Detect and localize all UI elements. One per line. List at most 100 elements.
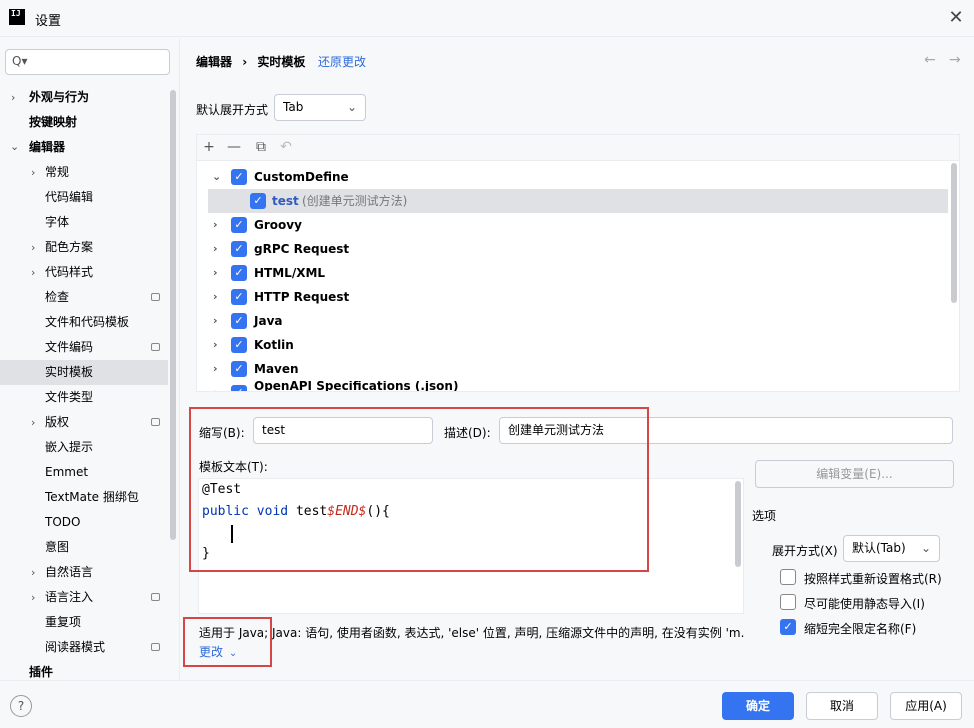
checkbox-checked[interactable]: ✓ [231, 361, 247, 377]
sidebar-item-copyright[interactable]: 版权 [45, 410, 69, 435]
sidebar-item-todo[interactable]: TODO [45, 510, 80, 535]
sidebar-item-file-types[interactable]: 文件类型 [45, 385, 93, 410]
breadcrumb-editor: 编辑器 [196, 55, 233, 69]
sidebar-item-emmet[interactable]: Emmet [45, 460, 88, 485]
sidebar-item-live-templates[interactable]: 实时模板 [45, 360, 93, 385]
checkbox-checked[interactable]: ✓ [231, 241, 247, 257]
chevron-down-icon: ⌄ [920, 541, 931, 555]
template-group-http[interactable]: › ✓ HTTP Request [208, 285, 948, 309]
checkbox-unchecked[interactable] [780, 594, 796, 610]
close-icon[interactable]: ✕ [944, 6, 968, 30]
reformat-label: 按照样式重新设置格式(R) [804, 572, 942, 586]
sidebar-item-font[interactable]: 字体 [45, 210, 69, 235]
checkbox-checked[interactable]: ✓ [231, 289, 247, 305]
expand-with-combo[interactable]: 默认(Tab) ⌄ [843, 535, 940, 562]
project-scope-icon [151, 418, 160, 426]
sidebar-item-inspections[interactable]: 检查 [45, 285, 69, 310]
template-abbr: test [272, 194, 299, 208]
chevron-right-icon: › [213, 381, 218, 391]
sidebar-item-code-style[interactable]: 代码样式 [45, 260, 93, 285]
ok-button[interactable]: 确定 [722, 692, 794, 720]
breadcrumb-live-templates: 实时模板 [257, 55, 306, 69]
back-arrow-icon[interactable]: ← [924, 52, 936, 68]
sidebar-item-language-injections[interactable]: 语言注入 [45, 585, 93, 610]
checkbox-checked[interactable]: ✓ [231, 265, 247, 281]
revert-changes-link[interactable]: 还原更改 [318, 53, 366, 70]
templates-toolbar: + — ⧉ ↶ [197, 135, 959, 161]
sidebar-item-reader-mode[interactable]: 阅读器模式 [45, 635, 105, 660]
chevron-right-icon: › [213, 218, 218, 231]
sidebar-item-duplicates[interactable]: 重复项 [45, 610, 81, 635]
sidebar-item-code-editing[interactable]: 代码编辑 [45, 185, 93, 210]
default-expand-combo[interactable]: Tab ⌄ [274, 94, 366, 121]
add-icon[interactable]: + [200, 138, 218, 156]
breadcrumb: 编辑器 › 实时模板 [196, 53, 305, 70]
cancel-button[interactable]: 取消 [806, 692, 878, 720]
checkbox-checked[interactable]: ✓ [231, 385, 247, 391]
template-group-java[interactable]: › ✓ Java [208, 309, 948, 333]
sidebar-item-editor[interactable]: 编辑器 [29, 135, 65, 160]
checkbox-unchecked[interactable] [780, 569, 796, 585]
static-import-label: 尽可能使用静态导入(I) [804, 597, 925, 611]
sidebar-item-general[interactable]: 常规 [45, 160, 69, 185]
project-scope-icon [151, 343, 160, 351]
sidebar-item-natural-languages[interactable]: 自然语言 [45, 560, 93, 585]
template-group-openapi[interactable]: › ✓ OpenAPI Specifications (.json) [208, 381, 948, 391]
editor-scrollbar[interactable] [735, 481, 741, 567]
template-group-kotlin[interactable]: › ✓ Kotlin [208, 333, 948, 357]
sidebar-item-appearance[interactable]: 外观与行为 [29, 85, 89, 110]
checkbox-checked[interactable]: ✓ [231, 337, 247, 353]
template-item-test[interactable]: ✓ test (创建单元测试方法) [208, 189, 948, 213]
template-group-htmlxml[interactable]: › ✓ HTML/XML [208, 261, 948, 285]
chevron-right-icon: › [31, 241, 36, 254]
template-group-groovy[interactable]: › ✓ Groovy [208, 213, 948, 237]
static-import-option[interactable]: 尽可能使用静态导入(I) [780, 594, 960, 612]
sidebar-item-textmate[interactable]: TextMate 捆绑包 [45, 485, 139, 510]
template-group-name: Kotlin [254, 338, 294, 352]
checkbox-checked[interactable]: ✓ [231, 217, 247, 233]
template-group-customdefine[interactable]: ⌄ ✓ CustomDefine [208, 165, 948, 189]
shorten-fqn-label: 缩短完全限定名称(F) [804, 622, 917, 636]
apply-button[interactable]: 应用(A) [890, 692, 962, 720]
project-scope-icon [151, 293, 160, 301]
chevron-right-icon: › [31, 266, 36, 279]
undo-icon[interactable]: ↶ [277, 138, 295, 156]
search-input[interactable]: Q▾ [5, 49, 170, 75]
checkbox-checked[interactable]: ✓ [250, 193, 266, 209]
sidebar-item-file-encodings[interactable]: 文件编码 [45, 335, 93, 360]
sidebar-item-keymap[interactable]: 按键映射 [29, 110, 77, 135]
default-expand-label: 默认展开方式 [196, 103, 269, 117]
sidebar-item-intentions[interactable]: 意图 [45, 535, 69, 560]
sidebar-item-color-scheme[interactable]: 配色方案 [45, 235, 93, 260]
template-desc: (创建单元测试方法) [302, 194, 408, 208]
chevron-down-icon: ⌄ [10, 140, 20, 153]
template-group-name: Java [254, 314, 283, 328]
default-expand-value: Tab [283, 100, 304, 114]
chevron-right-icon: › [11, 91, 16, 104]
chevron-right-icon: › [213, 338, 218, 351]
checkbox-checked[interactable]: ✓ [780, 619, 796, 635]
expand-with-label: 展开方式(X) [772, 544, 838, 558]
remove-icon[interactable]: — [225, 138, 243, 156]
copy-icon[interactable]: ⧉ [252, 138, 270, 156]
sidebar-item-inlay-hints[interactable]: 嵌入提示 [45, 435, 93, 460]
reformat-option[interactable]: 按照样式重新设置格式(R) [780, 569, 960, 587]
breadcrumb-separator: › [242, 55, 248, 69]
checkbox-checked[interactable]: ✓ [231, 169, 247, 185]
sidebar-scrollbar[interactable] [170, 90, 176, 540]
app-icon: IJ _ [9, 9, 25, 27]
edit-variables-button[interactable]: 编辑变量(E)... [755, 460, 954, 488]
chevron-right-icon: › [213, 290, 218, 303]
shorten-fqn-option[interactable]: ✓ 缩短完全限定名称(F) [780, 619, 960, 637]
chevron-right-icon: › [213, 242, 218, 255]
chevron-down-icon: ⌄ [346, 100, 357, 114]
forward-arrow-icon[interactable]: → [949, 52, 961, 68]
template-group-name: Maven [254, 362, 299, 376]
sidebar-item-file-templates[interactable]: 文件和代码模板 [45, 310, 129, 335]
checkbox-checked[interactable]: ✓ [231, 313, 247, 329]
template-group-grpc[interactable]: › ✓ gRPC Request [208, 237, 948, 261]
template-group-maven[interactable]: › ✓ Maven [208, 357, 948, 381]
help-icon[interactable]: ? [10, 695, 32, 717]
project-scope-icon [151, 593, 160, 601]
templates-scrollbar[interactable] [951, 163, 957, 303]
